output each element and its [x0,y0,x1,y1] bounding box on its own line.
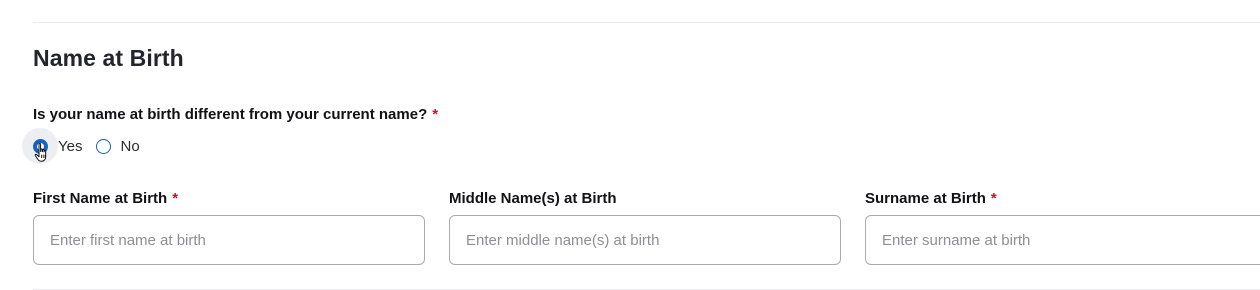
surname-input[interactable] [865,215,1260,265]
first-name-label-text: First Name at Birth [33,190,168,207]
middle-name-label-text: Middle Name(s) at Birth [449,190,617,207]
first-name-field: First Name at Birth * [33,190,425,265]
radio-no[interactable] [96,138,112,154]
surname-label-text: Surname at Birth [865,190,986,207]
middle-name-field: Middle Name(s) at Birth [449,190,841,265]
required-asterisk: * [990,190,997,207]
name-different-radio-group: Yes No [22,128,140,164]
question-text: Is your name at birth different from you… [33,106,428,123]
required-asterisk: * [432,106,439,123]
radio-yes[interactable] [32,138,48,154]
radio-focus-halo [22,128,58,164]
radio-label-no: No [120,137,140,155]
first-name-label: First Name at Birth * [33,190,425,210]
name-different-question: Is your name at birth different from you… [33,106,438,123]
required-asterisk: * [172,190,179,207]
radio-option-yes[interactable]: Yes [22,128,82,164]
name-at-birth-form: Name at Birth Is your name at birth diff… [0,0,1260,290]
section-divider-top [33,22,1260,23]
first-name-input[interactable] [33,215,425,265]
surname-field: Surname at Birth * [865,190,1260,265]
surname-label: Surname at Birth * [865,190,1260,210]
radio-option-no[interactable]: No [96,128,140,164]
section-title: Name at Birth [33,45,184,71]
radio-label-yes: Yes [58,137,83,155]
middle-name-label: Middle Name(s) at Birth [449,190,841,210]
middle-name-input[interactable] [449,215,841,265]
